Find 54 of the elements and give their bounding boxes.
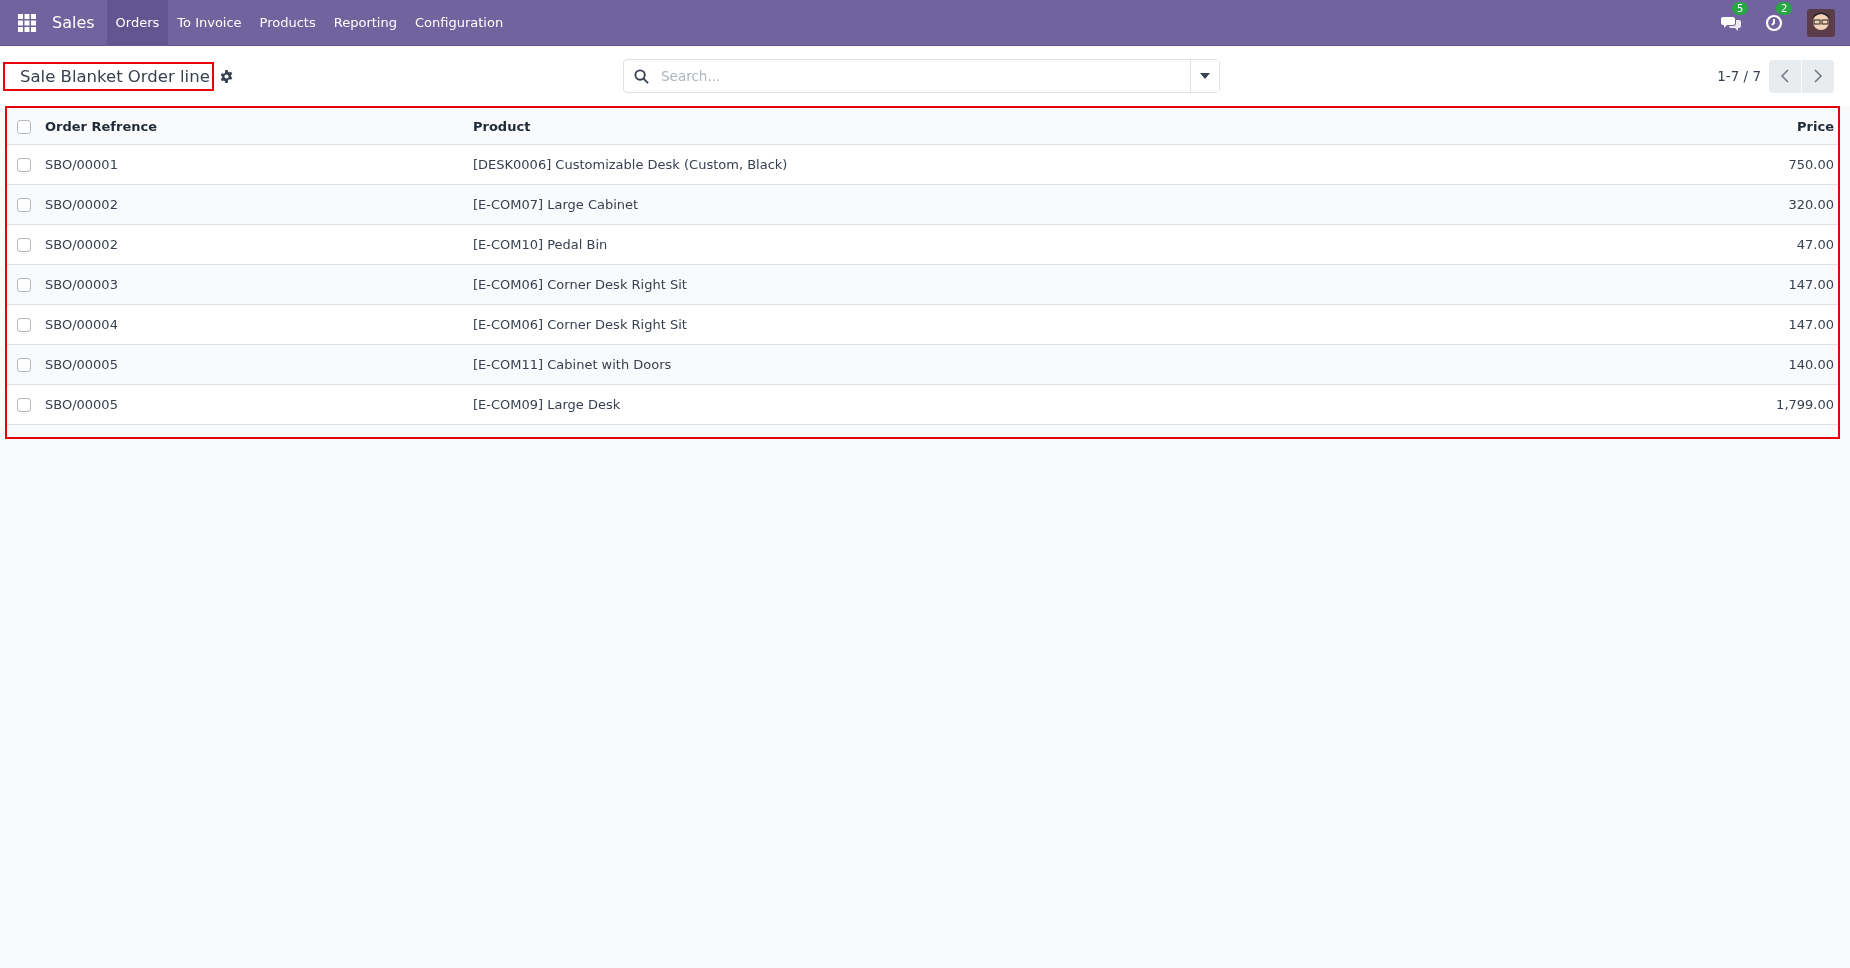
table-cell: [E-COM09] Large Desk <box>473 397 621 412</box>
menu-item[interactable]: Orders <box>106 0 169 46</box>
row-checkbox[interactable] <box>17 318 31 333</box>
row-checkbox[interactable] <box>17 358 31 373</box>
previous-page-button[interactable] <box>1769 59 1801 93</box>
column-header[interactable]: Order Refrence <box>45 118 157 134</box>
menu-item[interactable]: Products <box>250 0 325 46</box>
table-cell: [E-COM10] Pedal Bin <box>473 237 608 252</box>
row-checkbox[interactable] <box>17 158 31 173</box>
menu-item[interactable]: Reporting <box>324 0 406 46</box>
menu-item[interactable]: To Invoice <box>168 0 251 46</box>
column-header[interactable]: Product <box>473 118 531 134</box>
chevron-right-icon <box>1814 69 1822 83</box>
table-cell: SBO/00002 <box>45 237 118 252</box>
apps-grid-icon[interactable] <box>18 13 36 32</box>
table-cell: 140.00 <box>1788 357 1834 372</box>
table-cell: [E-COM11] Cabinet with Doors <box>473 357 672 372</box>
menu-item[interactable]: Configuration <box>405 0 513 46</box>
table-cell: 750.00 <box>1788 157 1834 172</box>
caret-icon <box>1200 73 1210 79</box>
row-checkbox[interactable] <box>17 278 31 293</box>
table-cell: [DESK0006] Customizable Desk (Custom, Black) <box>473 157 788 172</box>
search-options-button[interactable] <box>1190 60 1219 92</box>
row-checkbox[interactable] <box>17 398 31 413</box>
table-cell: 1,799.00 <box>1776 397 1834 412</box>
chevron-left-icon <box>1781 69 1789 83</box>
table-cell: [E-COM06] Corner Desk Right Sit <box>473 317 687 332</box>
table-cell: 320.00 <box>1788 197 1834 212</box>
table-cell: SBO/00005 <box>45 357 118 372</box>
row-checkbox[interactable] <box>17 238 31 253</box>
search-field[interactable]: Search... <box>623 59 1220 93</box>
table-cell: [E-COM07] Large Cabinet <box>473 197 639 212</box>
table-cell: 147.00 <box>1788 277 1834 292</box>
user-avatar-icon[interactable] <box>1807 8 1835 37</box>
table-cell: 147.00 <box>1788 317 1834 332</box>
column-header[interactable]: Price <box>1797 118 1834 134</box>
clock-icon[interactable] <box>1765 13 1783 32</box>
count-badge: 2 <box>1776 1 1793 15</box>
table-cell: [E-COM06] Corner Desk Right Sit <box>473 277 687 292</box>
table-cell: SBO/00005 <box>45 397 118 412</box>
table-cell: SBO/00001 <box>45 157 118 172</box>
settings-icon[interactable] <box>219 69 233 83</box>
count-badge: 5 <box>1732 1 1749 15</box>
table-cell: 47.00 <box>1796 237 1834 252</box>
select-all-checkbox[interactable] <box>17 119 31 134</box>
row-checkbox[interactable] <box>17 198 31 213</box>
pager-counter[interactable]: 1-7 / 7 <box>1717 68 1761 84</box>
table-cell: SBO/00003 <box>45 277 118 292</box>
page-title: Sale Blanket Order line <box>3 61 214 91</box>
search-icon <box>634 68 649 84</box>
next-page-button[interactable] <box>1802 59 1834 93</box>
table-cell: SBO/00002 <box>45 197 118 212</box>
app-name[interactable]: Sales <box>48 13 99 32</box>
table-cell: SBO/00004 <box>45 317 118 332</box>
